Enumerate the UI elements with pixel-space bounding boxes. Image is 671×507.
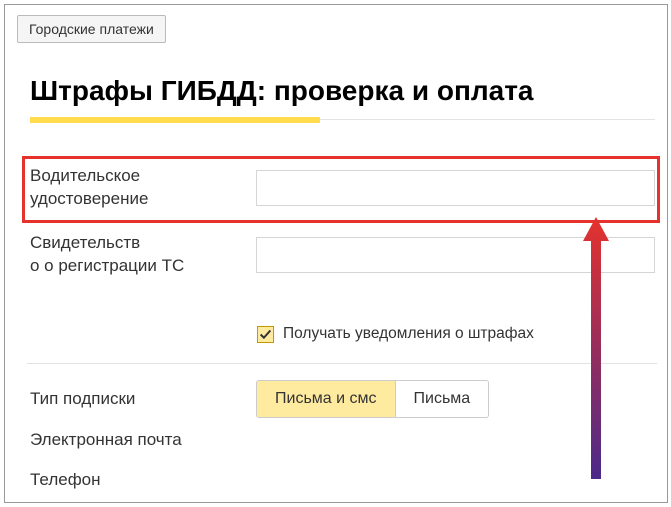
driver-license-row: Водительскоеудостоверение [30,165,655,211]
page-container: Городские платежи Штрафы ГИБДД: проверка… [4,4,668,503]
yellow-divider [30,117,320,123]
page-title: Штрафы ГИБДД: проверка и оплата [30,75,534,107]
subscription-type-segmented: Письма и смс Письма [256,380,489,418]
section-divider [27,363,657,364]
registration-label: Свидетельство о регистрации ТС [30,232,256,278]
driver-license-label: Водительскоеудостоверение [30,165,256,211]
phone-row: Телефон [30,470,655,490]
phone-label: Телефон [30,470,256,490]
driver-license-input[interactable] [256,170,655,206]
check-icon [259,328,272,341]
option-letters[interactable]: Письма [396,381,489,417]
notifications-label: Получать уведомления о штрафах [283,325,534,343]
option-letters-and-sms[interactable]: Письма и смс [257,381,395,417]
subscription-type-label: Тип подписки [30,389,256,409]
subscription-type-row: Тип подписки Письма и смс Письма [30,380,655,418]
notifications-checkbox-row: Получать уведомления о штрафах [257,325,534,343]
grey-divider [320,119,655,120]
email-label: Электронная почта [30,430,256,450]
notifications-checkbox[interactable] [257,326,274,343]
city-payments-button[interactable]: Городские платежи [17,15,166,43]
registration-row: Свидетельство о регистрации ТС [30,232,655,278]
email-row: Электронная почта [30,430,655,450]
registration-input[interactable] [256,237,655,273]
